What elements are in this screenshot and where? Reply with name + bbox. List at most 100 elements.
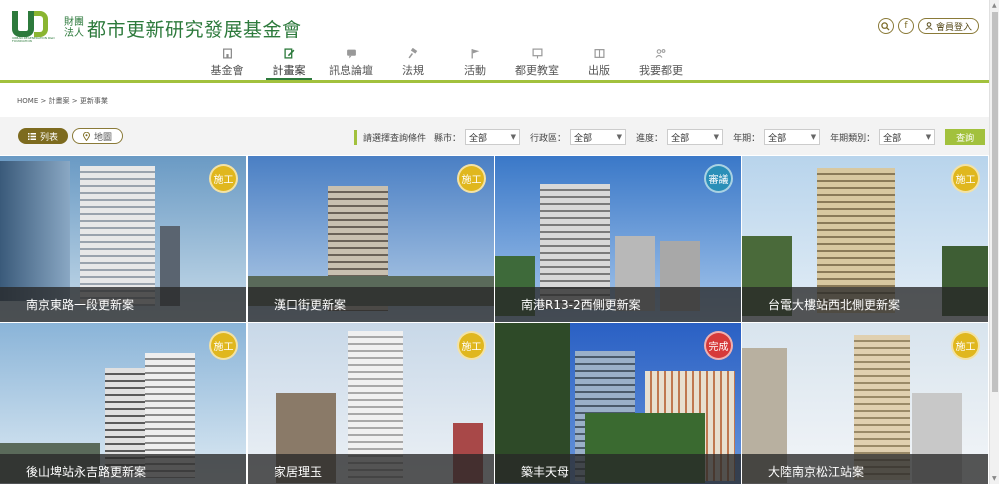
nav-item-events[interactable]: 活動: [444, 46, 506, 78]
filter-label-county: 縣市：: [434, 133, 462, 144]
search-submit-button[interactable]: 查詢: [945, 129, 986, 145]
project-name: 後山埤站永吉路更新案: [0, 454, 246, 484]
filter-label-year: 年期：: [733, 133, 761, 144]
project-card[interactable]: 大陸南京松江站案 施工: [742, 323, 988, 484]
year-select[interactable]: 全部 ▼: [764, 129, 821, 145]
nav-label: 活動: [464, 64, 486, 77]
filter-label-district: 行政區：: [530, 133, 567, 144]
nav-item-forum[interactable]: 訊息論壇: [320, 46, 382, 78]
scrollbar-thumb[interactable]: [992, 12, 998, 392]
project-name: 築丰天母: [495, 454, 741, 484]
year-type-select[interactable]: 全部 ▼: [879, 129, 936, 145]
project-name: 台電大樓站西北側更新案: [742, 287, 988, 322]
project-name: 家居理玉: [248, 454, 494, 484]
gavel-icon: [382, 46, 444, 60]
project-card[interactable]: 南京東路一段更新案 施工: [0, 156, 246, 322]
breadcrumb[interactable]: HOME > 計畫案 > 更新事業: [17, 96, 108, 106]
list-icon: [28, 132, 36, 140]
project-card[interactable]: 家居理玉 施工: [248, 323, 494, 484]
site-logo[interactable]: URBAN REGENERATION R&D FOUNDATION 財團 法人 …: [12, 10, 302, 46]
page-scrollbar[interactable]: ▲ ▼: [989, 0, 999, 484]
filter-bar: 請選擇查詢條件 縣市： 全部 ▼ 行政區： 全部 ▼ 進度： 全部 ▼ 年期： 全部 ▼…: [354, 129, 986, 145]
scroll-down-icon[interactable]: ▼: [992, 475, 997, 482]
project-name: 南京東路一段更新案: [0, 287, 246, 322]
status-badge: 施工: [951, 164, 980, 193]
logo-prefix-bottom: 法人: [64, 28, 84, 39]
district-select[interactable]: 全部 ▼: [570, 129, 627, 145]
map-pin-icon: [83, 131, 90, 141]
site-title: 都市更新研究發展基金會: [87, 18, 302, 41]
people-icon: [630, 46, 692, 60]
nav-item-regulations[interactable]: 法規: [382, 46, 444, 78]
login-label: 會員登入: [935, 22, 972, 33]
board-icon: [506, 46, 568, 60]
header-divider: [0, 80, 989, 83]
nav-label: 出版: [588, 64, 610, 77]
header-tools: f 會員登入: [877, 18, 979, 34]
nav-item-classroom[interactable]: 都更教室: [506, 46, 568, 78]
logo-subtext: URBAN REGENERATION R&D FOUNDATION: [12, 36, 55, 43]
flag-icon: [444, 46, 506, 60]
login-button[interactable]: 會員登入: [917, 18, 979, 34]
project-card[interactable]: 台電大樓站西北側更新案 施工: [742, 156, 988, 322]
filter-accent: [354, 129, 357, 145]
list-view-label: 列表: [40, 132, 59, 143]
chevron-down-icon: ▼: [925, 133, 932, 141]
user-icon: [925, 22, 933, 30]
project-card[interactable]: 後山埤站永吉路更新案 施工: [0, 323, 246, 484]
status-badge: 審議: [704, 164, 733, 193]
site-header: URBAN REGENERATION R&D FOUNDATION 財團 法人 …: [0, 0, 989, 83]
nav-item-projects[interactable]: 計畫案: [258, 46, 320, 81]
chevron-down-icon: ▼: [510, 133, 517, 141]
search-icon[interactable]: [877, 18, 894, 34]
filter-prompt: 請選擇查詢條件: [363, 133, 427, 144]
status-badge: 施工: [209, 164, 238, 193]
nav-label: 訊息論壇: [329, 64, 373, 77]
chevron-down-icon: ▼: [616, 133, 623, 141]
chevron-down-icon: ▼: [713, 133, 720, 141]
status-badge: 施工: [457, 164, 486, 193]
view-toggle: 列表 地圖: [18, 128, 124, 144]
logo-prefix-top: 財團: [64, 17, 84, 28]
building-icon: [196, 46, 258, 60]
year-select-value: 全部: [768, 133, 787, 144]
nav-label: 基金會: [210, 64, 244, 77]
main-nav: 基金會 計畫案 訊息論壇 法規 活動 都更教室 出版 我要都更: [196, 46, 692, 81]
district-select-value: 全部: [574, 133, 593, 144]
nav-item-foundation[interactable]: 基金會: [196, 46, 258, 78]
nav-item-publications[interactable]: 出版: [568, 46, 630, 78]
progress-select[interactable]: 全部 ▼: [667, 129, 724, 145]
chevron-down-icon: ▼: [810, 133, 817, 141]
project-card[interactable]: 築丰天母 完成: [495, 323, 741, 484]
status-badge: 施工: [951, 331, 980, 360]
nav-label: 法規: [402, 64, 424, 77]
progress-select-value: 全部: [671, 133, 690, 144]
project-card[interactable]: 漢口街更新案 施工: [248, 156, 494, 322]
nav-label: 都更教室: [515, 64, 559, 77]
scroll-up-icon[interactable]: ▲: [992, 2, 997, 9]
project-name: 漢口街更新案: [248, 287, 494, 322]
filter-label-progress: 進度：: [636, 133, 664, 144]
nav-label: 計畫案: [272, 64, 306, 77]
logo-prefix: 財團 法人: [64, 17, 84, 39]
list-view-button[interactable]: 列表: [18, 128, 69, 144]
chat-icon: [320, 46, 382, 60]
edit-document-icon: [258, 46, 320, 60]
map-view-label: 地圖: [94, 132, 113, 143]
facebook-icon[interactable]: f: [897, 18, 914, 34]
filter-label-year-type: 年期類別：: [830, 133, 876, 144]
nav-label: 我要都更: [639, 64, 683, 77]
map-view-button[interactable]: 地圖: [72, 128, 124, 144]
status-badge: 完成: [704, 331, 733, 360]
book-icon: [568, 46, 630, 60]
status-badge: 施工: [457, 331, 486, 360]
project-photo: [0, 161, 70, 301]
project-name: 南港R13-2西側更新案: [495, 287, 741, 322]
county-select-value: 全部: [469, 133, 488, 144]
status-badge: 施工: [209, 331, 238, 360]
county-select[interactable]: 全部 ▼: [465, 129, 521, 145]
project-card[interactable]: 南港R13-2西側更新案 審議: [495, 156, 741, 322]
year-type-select-value: 全部: [883, 133, 902, 144]
project-name: 大陸南京松江站案: [742, 454, 988, 484]
nav-item-join[interactable]: 我要都更: [630, 46, 692, 78]
